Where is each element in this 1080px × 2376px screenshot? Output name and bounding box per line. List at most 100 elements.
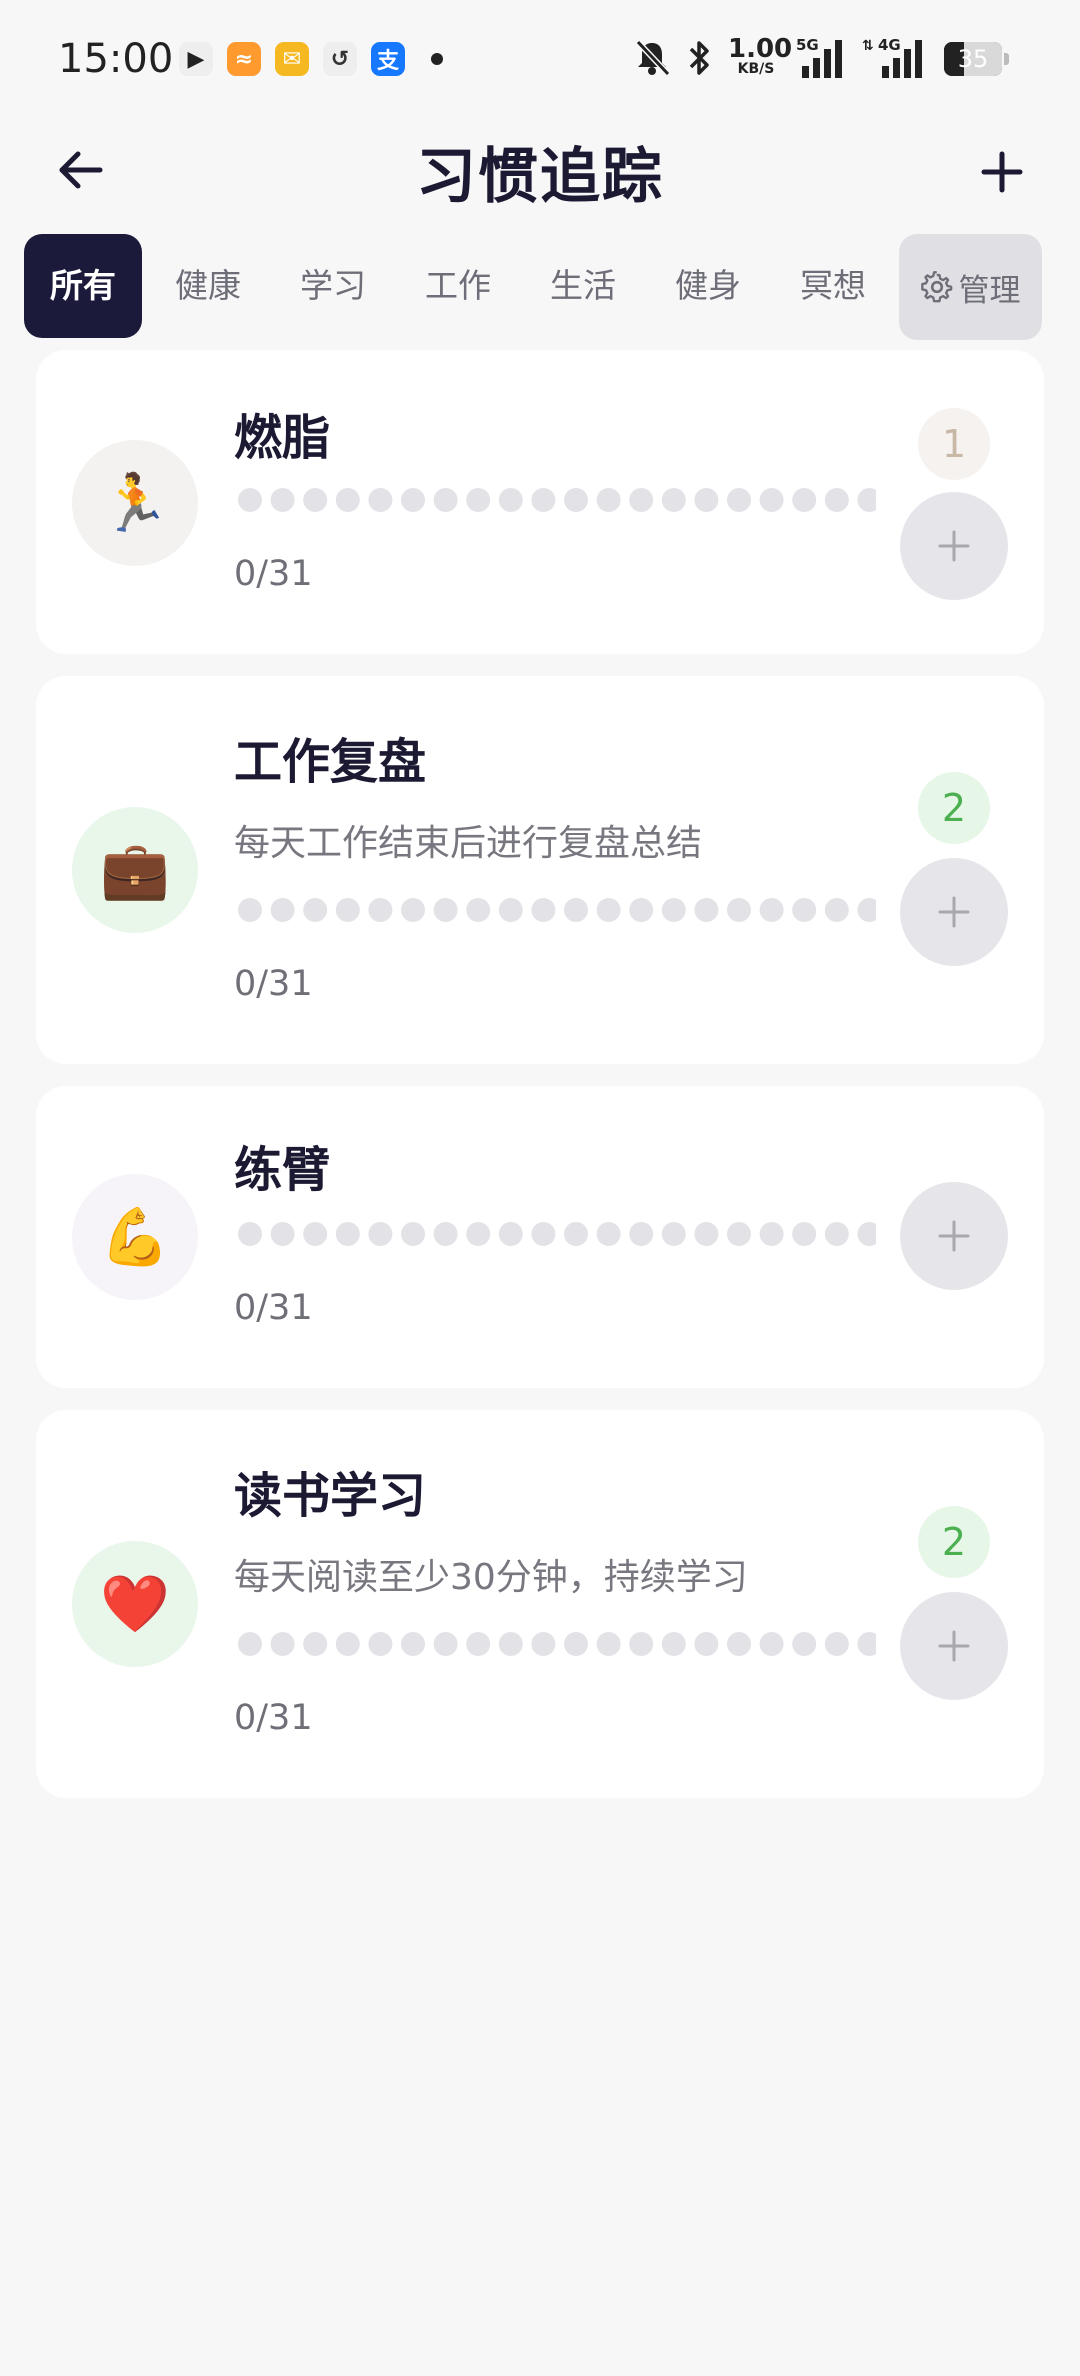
link-app-icon: ↺ xyxy=(323,42,357,76)
day-dot xyxy=(335,1222,360,1246)
day-dot xyxy=(433,1222,458,1246)
day-dot xyxy=(596,1632,621,1656)
day-dot xyxy=(564,1632,588,1656)
day-dot xyxy=(401,1632,425,1656)
day-dot xyxy=(531,488,556,512)
habit-progress: 0/31 xyxy=(234,1698,313,1738)
tab-work[interactable]: 工作 xyxy=(408,234,508,338)
tab-health[interactable]: 健康 xyxy=(158,234,258,338)
network-speed-unit: KB/S xyxy=(737,61,775,77)
mute-bell-icon xyxy=(635,39,671,77)
gear-icon xyxy=(920,271,952,303)
day-dots xyxy=(238,1630,876,1658)
day-dot xyxy=(596,898,621,922)
day-dot xyxy=(401,898,425,922)
habit-card-reading[interactable]: ❤️ 读书学习 每天阅读至少30分钟，持续学习 0/31 2 xyxy=(36,1410,1044,1798)
check-in-button[interactable] xyxy=(900,1182,1008,1290)
tab-study[interactable]: 学习 xyxy=(283,234,383,338)
day-dot xyxy=(694,488,719,512)
day-dot xyxy=(270,1632,295,1656)
check-in-button[interactable] xyxy=(900,492,1008,600)
habit-card-fat-burn[interactable]: 🏃 燃脂 0/31 1 xyxy=(36,350,1044,654)
habit-progress: 0/31 xyxy=(234,1288,313,1328)
signal-4g-icon: ⇅ 4G xyxy=(862,36,932,80)
day-dot xyxy=(857,1632,876,1656)
day-dot xyxy=(466,898,491,922)
briefcase-icon: 💼 xyxy=(100,838,170,903)
check-in-button[interactable] xyxy=(900,1592,1008,1700)
habit-icon-container: ❤️ xyxy=(72,1541,198,1667)
habit-card-work-review[interactable]: 💼 工作复盘 每天工作结束后进行复盘总结 0/31 2 xyxy=(36,676,1044,1064)
habit-description: 每天阅读至少30分钟，持续学习 xyxy=(234,1557,748,1598)
bluetooth-icon xyxy=(689,41,709,75)
day-dot xyxy=(661,488,686,512)
habit-progress: 0/31 xyxy=(234,964,313,1004)
day-dot xyxy=(792,1222,817,1246)
habit-card-arm-training[interactable]: 💪 练臂 0/31 xyxy=(36,1086,1044,1388)
alipay-app-icon: 支 xyxy=(371,42,405,76)
check-in-button[interactable] xyxy=(900,858,1008,966)
day-dot xyxy=(238,898,262,922)
day-dot xyxy=(433,488,458,512)
day-dot xyxy=(335,1632,360,1656)
day-dot xyxy=(564,488,588,512)
tab-meditation[interactable]: 冥想 xyxy=(783,234,883,338)
battery-icon: 35 xyxy=(944,42,1009,76)
app-header: 习惯追踪 xyxy=(0,120,1080,230)
network-speed-value: 1.00 xyxy=(728,34,793,64)
status-bar: 15:00 ▶ ≈ ✉ ↺ 支 1.00 KB/S 5G ⇅ 4G 35 xyxy=(0,0,1080,120)
flexed-biceps-icon: 💪 xyxy=(100,1205,170,1270)
day-dot xyxy=(661,1222,686,1246)
tab-fitness[interactable]: 健身 xyxy=(658,234,758,338)
day-dot xyxy=(792,1632,817,1656)
day-dot xyxy=(694,1632,719,1656)
day-dot xyxy=(759,488,784,512)
video-app-icon: ▶ xyxy=(179,42,213,76)
habit-icon-container: 💼 xyxy=(72,807,198,933)
plus-icon xyxy=(938,1220,970,1252)
day-dot xyxy=(694,1222,719,1246)
category-tabs: 所有 健康 学习 工作 生活 健身 冥想 管理 xyxy=(0,232,1080,342)
signal-5g-icon: 5G xyxy=(796,36,850,80)
habit-name: 读书学习 xyxy=(234,1468,427,1524)
day-dot xyxy=(759,1632,784,1656)
tab-life[interactable]: 生活 xyxy=(533,234,633,338)
day-dot xyxy=(498,1632,523,1656)
day-dot xyxy=(270,898,295,922)
plus-icon xyxy=(938,530,970,562)
day-dot xyxy=(857,898,876,922)
day-dots xyxy=(238,486,876,514)
day-dot xyxy=(335,898,360,922)
habit-name: 燃脂 xyxy=(234,410,331,466)
orange-app-icon: ≈ xyxy=(227,42,261,76)
day-dot xyxy=(498,1222,523,1246)
day-dot xyxy=(303,1632,328,1656)
running-icon: 🏃 xyxy=(100,471,170,536)
day-dot xyxy=(596,488,621,512)
add-habit-button[interactable] xyxy=(970,140,1034,204)
manage-categories-button[interactable]: 管理 xyxy=(899,234,1042,340)
day-dot xyxy=(727,1222,751,1246)
streak-badge: 1 xyxy=(918,408,990,480)
day-dot xyxy=(498,488,523,512)
day-dot xyxy=(466,1222,491,1246)
day-dot xyxy=(238,488,262,512)
network-speed: 1.00 KB/S xyxy=(728,34,793,77)
tab-all[interactable]: 所有 xyxy=(24,234,142,338)
day-dot xyxy=(629,898,654,922)
day-dot xyxy=(466,488,491,512)
day-dot xyxy=(564,1222,588,1246)
day-dot xyxy=(694,898,719,922)
day-dot xyxy=(857,1222,876,1246)
plus-icon xyxy=(981,151,1023,193)
habit-name: 工作复盘 xyxy=(234,734,427,790)
red-heart-icon: ❤️ xyxy=(100,1572,170,1637)
habit-name: 练臂 xyxy=(234,1142,331,1198)
more-notifications-dot xyxy=(431,53,443,65)
day-dot xyxy=(564,898,588,922)
day-dot xyxy=(824,488,849,512)
habit-icon-container: 💪 xyxy=(72,1174,198,1300)
day-dot xyxy=(727,1632,751,1656)
day-dot xyxy=(531,1222,556,1246)
day-dot xyxy=(824,1632,849,1656)
